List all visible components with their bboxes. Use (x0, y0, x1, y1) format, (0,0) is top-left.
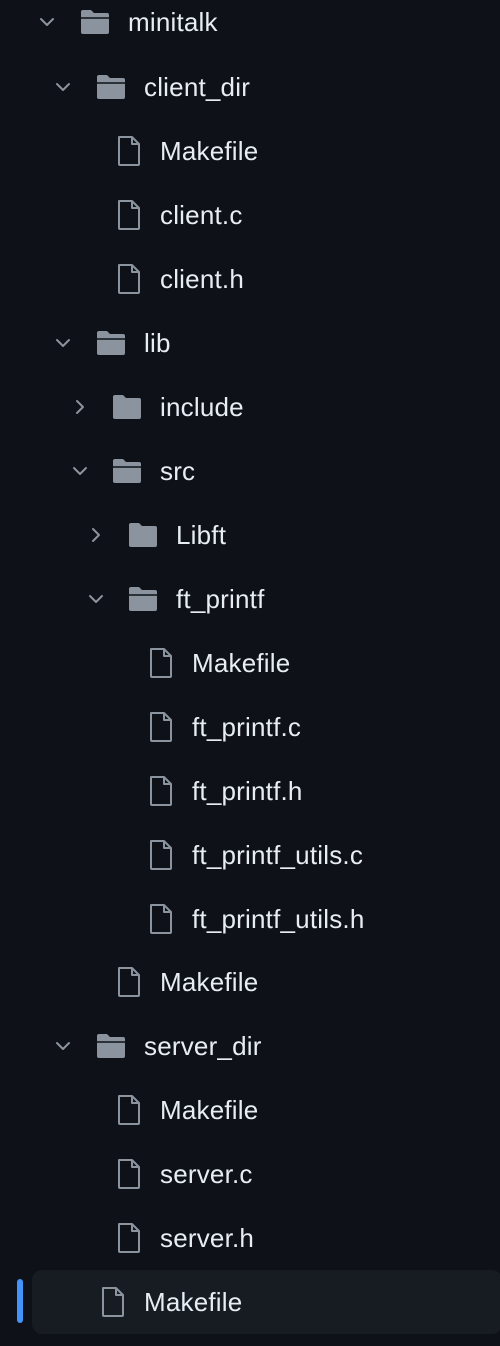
file-icon (112, 1222, 146, 1254)
tree-item-label: client.c (160, 200, 243, 230)
tree-item-label: ft_printf.h (192, 776, 303, 806)
tree-file-client-h[interactable]: client.h (0, 247, 500, 311)
tree-folder-ft-printf[interactable]: ft_printf (0, 567, 500, 631)
file-icon (144, 775, 178, 807)
chevron-down-icon[interactable] (53, 1036, 73, 1056)
file-icon (112, 263, 146, 295)
chevron-down-icon[interactable] (37, 12, 57, 32)
file-icon (112, 966, 146, 998)
folder-icon (110, 391, 144, 423)
tree-file-makefile[interactable]: Makefile (0, 1078, 500, 1142)
folder-open-icon (94, 1030, 128, 1062)
tree-item-label: server.c (160, 1159, 253, 1189)
folder-open-icon (78, 6, 112, 38)
tree-file-makefile[interactable]: Makefile (0, 631, 500, 695)
tree-item-label: Makefile (192, 648, 291, 678)
tree-folder-lib[interactable]: lib (0, 311, 500, 375)
tree-item-label: Makefile (160, 136, 259, 166)
tree-file-server-h[interactable]: server.h (0, 1206, 500, 1270)
tree-file-makefile[interactable]: Makefile (0, 950, 500, 1014)
tree-item-label: Makefile (160, 1095, 259, 1125)
folder-icon (126, 519, 160, 551)
file-icon (144, 839, 178, 871)
tree-file-ft-printf-h[interactable]: ft_printf.h (0, 759, 500, 823)
tree-file-server-c[interactable]: server.c (0, 1142, 500, 1206)
file-icon (144, 903, 178, 935)
chevron-down-icon[interactable] (70, 461, 90, 481)
tree-folder-src[interactable]: src (0, 439, 500, 503)
tree-item-label: Makefile (160, 967, 259, 997)
tree-item-label: server.h (160, 1223, 255, 1253)
chevron-down-icon[interactable] (86, 589, 106, 609)
file-icon (112, 135, 146, 167)
tree-file-makefile-selected[interactable]: Makefile (0, 1270, 500, 1334)
folder-open-icon (110, 455, 144, 487)
tree-item-label: ft_printf (176, 584, 265, 614)
tree-item-label: include (160, 392, 244, 422)
tree-item-label: client_dir (144, 72, 251, 102)
file-icon (96, 1286, 130, 1318)
file-icon (144, 647, 178, 679)
tree-file-ft-printf-utils-h[interactable]: ft_printf_utils.h (0, 887, 500, 951)
chevron-down-icon[interactable] (53, 333, 73, 353)
tree-item-label: src (160, 456, 196, 486)
folder-open-icon (94, 327, 128, 359)
file-icon (112, 1158, 146, 1190)
tree-item-label: ft_printf_utils.h (192, 904, 365, 934)
tree-item-label: ft_printf_utils.c (192, 840, 364, 870)
tree-folder-client-dir[interactable]: client_dir (0, 55, 500, 119)
tree-folder-libft[interactable]: Libft (0, 503, 500, 567)
tree-folder-include[interactable]: include (0, 375, 500, 439)
chevron-right-icon[interactable] (70, 397, 90, 417)
tree-item-label: Makefile (144, 1287, 243, 1317)
file-icon (112, 199, 146, 231)
tree-file-client-c[interactable]: client.c (0, 183, 500, 247)
tree-item-label: server_dir (144, 1031, 262, 1061)
tree-file-ft-printf-utils-c[interactable]: ft_printf_utils.c (0, 823, 500, 887)
chevron-right-icon[interactable] (86, 525, 106, 545)
file-icon (144, 711, 178, 743)
tree-folder-server-dir[interactable]: server_dir (0, 1014, 500, 1078)
folder-open-icon (126, 583, 160, 615)
tree-item-label: Libft (176, 520, 227, 550)
folder-open-icon (94, 71, 128, 103)
chevron-down-icon[interactable] (53, 77, 73, 97)
tree-item-label: minitalk (128, 7, 218, 37)
tree-item-label: ft_printf.c (192, 712, 302, 742)
tree-folder-minitalk[interactable]: minitalk (0, 0, 500, 54)
tree-file-ft-printf-c[interactable]: ft_printf.c (0, 695, 500, 759)
tree-file-makefile[interactable]: Makefile (0, 119, 500, 183)
tree-item-label: client.h (160, 264, 244, 294)
file-icon (112, 1094, 146, 1126)
tree-item-label: lib (144, 328, 171, 358)
